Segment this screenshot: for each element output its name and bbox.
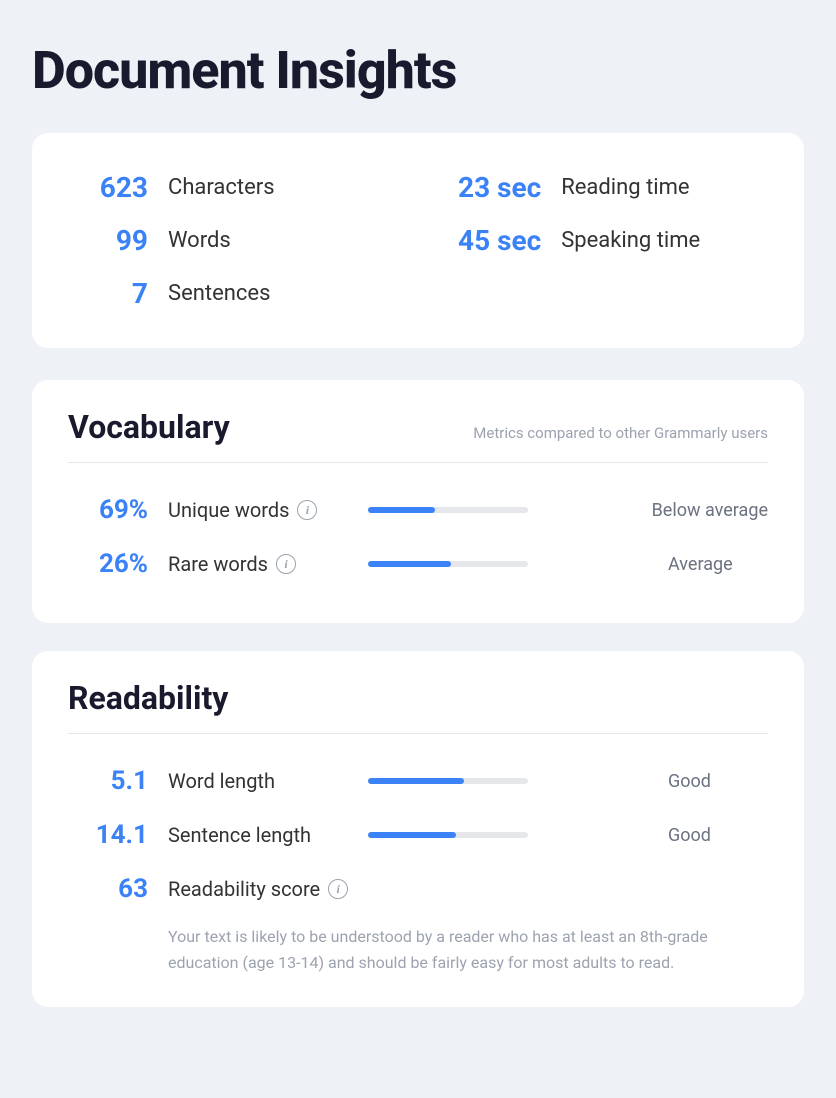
sentence-length-rating: Good [668, 825, 768, 846]
words-value: 99 [68, 224, 148, 257]
rare-words-progress-track [368, 561, 528, 567]
readability-header: Readability [68, 679, 768, 717]
vocabulary-section: Vocabulary Metrics compared to other Gra… [32, 380, 804, 623]
unique-words-value: 69% [68, 495, 148, 525]
metric-unique-words: 69% Unique words i Below average [68, 483, 768, 537]
readability-score-label: Readability score i [168, 877, 348, 901]
reading-time-value: 23 sec [458, 171, 541, 204]
readability-section: Readability 5.1 Word length Good 14.1 Se… [32, 651, 804, 1007]
rare-words-info-icon[interactable]: i [276, 554, 296, 574]
metric-sentence-length: 14.1 Sentence length Good [68, 808, 768, 862]
vocabulary-header: Vocabulary Metrics compared to other Gra… [68, 408, 768, 446]
sentence-length-progress-container [368, 832, 648, 838]
word-length-value: 5.1 [68, 766, 148, 796]
word-length-progress-track [368, 778, 528, 784]
sentence-length-progress-track [368, 832, 528, 838]
metric-readability-score: 63 Readability score i [68, 862, 768, 916]
speaking-time-label: Speaking time [561, 228, 700, 253]
unique-words-label: Unique words i [168, 498, 348, 522]
vocabulary-title: Vocabulary [68, 408, 230, 446]
words-label: Words [168, 228, 231, 253]
stats-right-column: 23 sec Reading time 45 sec Speaking time [418, 161, 768, 320]
vocabulary-divider [68, 462, 768, 463]
unique-words-progress-container [368, 507, 632, 513]
unique-words-progress-track [368, 507, 528, 513]
word-length-progress-fill [368, 778, 464, 784]
unique-words-progress-fill [368, 507, 435, 513]
vocabulary-subtitle: Metrics compared to other Grammarly user… [473, 424, 768, 442]
unique-words-rating: Below average [652, 500, 768, 521]
reading-time-label: Reading time [561, 175, 689, 200]
metric-word-length: 5.1 Word length Good [68, 754, 768, 808]
word-length-progress-container [368, 778, 648, 784]
stat-characters: 623 Characters [68, 161, 418, 214]
sentences-value: 7 [68, 277, 148, 310]
characters-value: 623 [68, 171, 148, 204]
stats-left-column: 623 Characters 99 Words 7 Sentences [68, 161, 418, 320]
metric-rare-words: 26% Rare words i Average [68, 537, 768, 591]
readability-score-info-icon[interactable]: i [328, 879, 348, 899]
sentence-length-label: Sentence length [168, 823, 348, 847]
sentences-label: Sentences [168, 281, 270, 306]
word-length-label: Word length [168, 769, 348, 793]
stat-speaking-time: 45 sec Speaking time [458, 214, 768, 267]
word-length-rating: Good [668, 771, 768, 792]
readability-score-value: 63 [68, 874, 148, 904]
unique-words-info-icon[interactable]: i [297, 500, 317, 520]
page-container: Document Insights 623 Characters 99 Word… [0, 0, 836, 1083]
rare-words-rating: Average [668, 554, 768, 575]
sentence-length-value: 14.1 [68, 820, 148, 850]
stats-card: 623 Characters 99 Words 7 Sentences 23 s… [32, 133, 804, 348]
stat-reading-time: 23 sec Reading time [458, 161, 768, 214]
readability-title: Readability [68, 679, 228, 717]
readability-score-description: Your text is likely to be understood by … [168, 924, 768, 975]
sentence-length-progress-fill [368, 832, 456, 838]
page-title: Document Insights [32, 40, 804, 101]
rare-words-value: 26% [68, 549, 148, 579]
rare-words-progress-fill [368, 561, 451, 567]
rare-words-progress-container [368, 561, 648, 567]
speaking-time-value: 45 sec [458, 224, 541, 257]
rare-words-label: Rare words i [168, 552, 348, 576]
stat-words: 99 Words [68, 214, 418, 267]
stat-sentences: 7 Sentences [68, 267, 418, 320]
readability-divider [68, 733, 768, 734]
characters-label: Characters [168, 175, 275, 200]
